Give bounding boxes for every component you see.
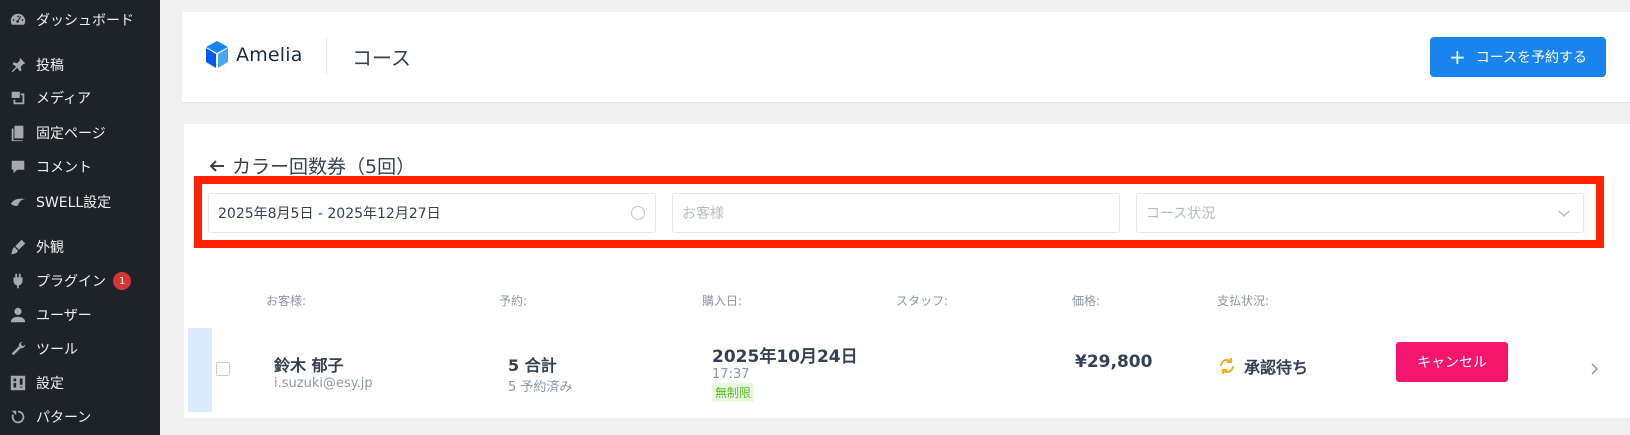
settings-icon: [8, 373, 28, 393]
sidebar-item-comments[interactable]: コメント: [0, 152, 160, 182]
header-staff: スタッフ:: [896, 294, 949, 308]
swell-icon: [8, 192, 28, 212]
plugin-icon: [8, 271, 28, 291]
page-title: コース: [352, 46, 411, 70]
row-checkbox[interactable]: [216, 362, 230, 376]
arrow-left-icon: [209, 159, 224, 172]
clear-icon[interactable]: [631, 206, 645, 220]
date-range-picker[interactable]: 2025年8月5日 - 2025年12月27日: [208, 193, 656, 233]
sidebar-item-pages[interactable]: 固定ページ: [0, 118, 160, 148]
sidebar-item-label: プラグイン: [36, 274, 106, 290]
booking-cell: 5 合計 5 予約済み: [508, 352, 572, 395]
sidebar-item-label: ユーザー: [36, 308, 92, 324]
sidebar-item-dashboard[interactable]: ダッシュボード: [0, 5, 160, 35]
customer-email: i.suzuki@esy.jp: [274, 376, 373, 391]
comment-icon: [8, 157, 28, 177]
sidebar-item-label: 投稿: [36, 58, 64, 74]
user-icon: [8, 305, 28, 325]
admin-sidebar: ダッシュボード 投稿 メディア 固定ページ コメント SWELL設定 外観 プラ…: [0, 0, 160, 435]
booking-booked: 5 予約済み: [508, 380, 573, 395]
sidebar-item-label: コメント: [36, 160, 92, 176]
payment-status-label: 承認待ち: [1244, 358, 1309, 377]
course-card: カラー回数券（5回） 2025年8月5日 - 2025年12月27日 お客様 コ…: [184, 124, 1630, 418]
sidebar-item-label: ツール: [36, 342, 78, 358]
pin-icon: [8, 55, 28, 75]
sidebar-item-plugins[interactable]: プラグイン 1: [0, 266, 160, 296]
header-payment-status: 支払状況:: [1217, 294, 1270, 308]
sidebar-item-label: パターン: [36, 410, 92, 426]
payment-status: 承認待ち: [1218, 354, 1308, 378]
header-customer: お客様:: [266, 294, 307, 308]
sidebar-item-label: 外観: [36, 240, 64, 256]
purchase-time: 17:37: [712, 367, 750, 382]
sidebar-item-users[interactable]: ユーザー: [0, 300, 160, 330]
status-placeholder: コース状況: [1146, 206, 1216, 222]
booking-total: 5 合計: [508, 356, 557, 375]
sidebar-item-swell[interactable]: SWELL設定: [0, 187, 160, 217]
customer-cell: 鈴木 郁子 i.suzuki@esy.jp: [274, 352, 373, 391]
pattern-icon: [8, 407, 28, 427]
course-title: カラー回数券（5回）: [232, 156, 416, 178]
amelia-logo-icon: [206, 41, 228, 68]
sidebar-item-posts[interactable]: 投稿: [0, 50, 160, 80]
sidebar-item-settings[interactable]: 設定: [0, 368, 160, 398]
purchase-date: 2025年10月24日: [712, 347, 858, 367]
sidebar-item-media[interactable]: メディア: [0, 83, 160, 113]
sidebar-item-label: 設定: [36, 376, 64, 392]
back-link[interactable]: カラー回数券（5回）: [208, 152, 415, 179]
purchase-cell: 2025年10月24日 17:37 無制限: [712, 342, 858, 402]
sidebar-item-label: 固定ページ: [36, 126, 106, 142]
header-booking: 予約:: [499, 294, 528, 308]
pages-icon: [8, 123, 28, 143]
date-range-value: 2025年8月5日 - 2025年12月27日: [218, 206, 441, 222]
cancel-button[interactable]: キャンセル: [1396, 342, 1508, 382]
customer-search-input[interactable]: お客様: [672, 193, 1120, 233]
logo-text: Amelia: [236, 44, 303, 66]
media-icon: [8, 88, 28, 108]
customer-name: 鈴木 郁子: [274, 356, 344, 375]
price-value: ¥29,800: [1075, 352, 1153, 372]
amelia-logo: Amelia: [204, 40, 303, 70]
dashboard-icon: [8, 10, 28, 30]
sidebar-item-label: ダッシュボード: [36, 13, 134, 29]
page-header: Amelia コース + コースを予約する: [182, 12, 1630, 102]
sidebar-item-appearance[interactable]: 外観: [0, 232, 160, 262]
header-price: 価格:: [1072, 294, 1101, 308]
pending-sync-icon: [1219, 358, 1235, 374]
wrench-icon: [8, 339, 28, 359]
header-divider: [326, 37, 327, 75]
chevron-right-icon[interactable]: [1588, 362, 1600, 376]
header-purchase-date: 購入日:: [702, 294, 743, 308]
chevron-down-icon: [1558, 210, 1570, 218]
sidebar-item-patterns[interactable]: パターン: [0, 402, 160, 432]
book-course-button[interactable]: + コースを予約する: [1430, 37, 1606, 77]
sidebar-item-label: SWELL設定: [36, 195, 112, 211]
update-count-badge: 1: [113, 272, 131, 290]
plus-icon: +: [1448, 45, 1466, 69]
brush-icon: [8, 237, 28, 257]
course-status-select[interactable]: コース状況: [1136, 193, 1584, 233]
filter-highlight: 2025年8月5日 - 2025年12月27日 お客様 コース状況: [194, 176, 1604, 248]
book-course-label: コースを予約する: [1475, 50, 1588, 66]
customer-placeholder: お客様: [682, 206, 724, 222]
validity-tag: 無制限: [712, 383, 755, 402]
row-indicator: [188, 328, 212, 412]
sidebar-item-tools[interactable]: ツール: [0, 334, 160, 364]
sidebar-item-label: メディア: [36, 91, 92, 107]
